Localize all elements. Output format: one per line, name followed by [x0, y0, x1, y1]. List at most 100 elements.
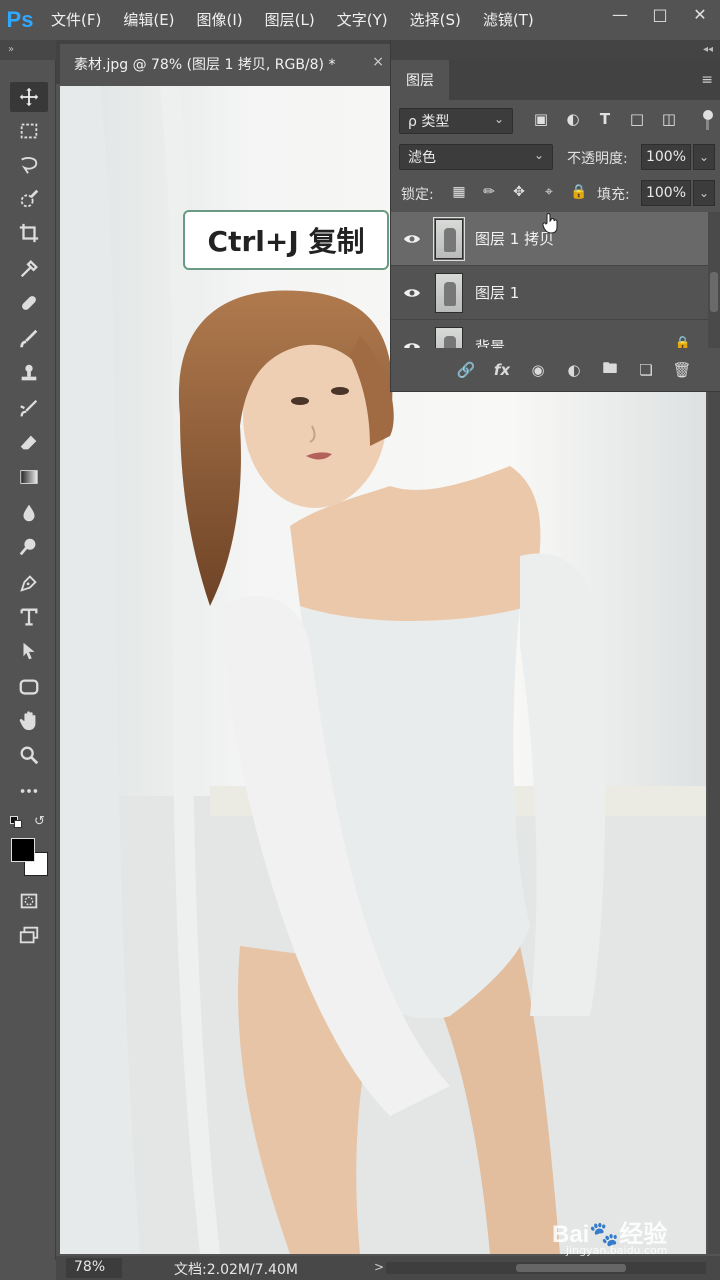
menu-edit[interactable]: 编辑(E) — [112, 0, 185, 40]
minimize-icon[interactable]: — — [600, 0, 640, 28]
blend-mode-dropdown[interactable]: 滤色 ⌄ — [399, 144, 553, 170]
opacity-input[interactable]: 100% — [641, 144, 691, 170]
tab-layers[interactable]: 图层 — [391, 60, 449, 100]
close-icon[interactable]: ✕ — [680, 0, 720, 28]
panel-menu-icon[interactable]: ≡ — [701, 72, 713, 88]
watermark-url: jingyan.baidu.com — [566, 1244, 668, 1257]
close-tab-icon[interactable]: × — [372, 54, 384, 70]
default-colors-icon[interactable] — [10, 816, 22, 828]
lock-label: 锁定: — [401, 187, 434, 203]
crop-tool-icon[interactable] — [10, 218, 48, 248]
chevron-down-icon: ⌄ — [493, 112, 504, 126]
type-tool-icon[interactable] — [10, 602, 48, 632]
layer-row[interactable]: 图层 1 — [391, 266, 709, 320]
gradient-tool-icon[interactable] — [10, 462, 48, 492]
fill-label: 填充: — [597, 187, 630, 203]
marquee-tool-icon[interactable] — [10, 116, 48, 146]
smart-object-filter-icon[interactable]: ◫ — [659, 108, 679, 130]
move-tool-icon[interactable] — [10, 82, 48, 112]
restore-icon[interactable]: □ — [640, 0, 680, 28]
menu-filter[interactable]: 滤镜(T) — [472, 0, 545, 40]
visibility-eye-icon[interactable] — [391, 287, 433, 299]
quick-select-tool-icon[interactable] — [10, 184, 48, 214]
eyedropper-tool-icon[interactable] — [10, 254, 48, 284]
layer-thumbnail — [435, 326, 463, 348]
type-filter-icon[interactable]: T — [595, 108, 615, 130]
layer-name[interactable]: 图层 1 — [475, 282, 519, 303]
shape-filter-icon[interactable]: □ — [627, 108, 647, 130]
document-tab[interactable]: 素材.jpg @ 78% (图层 1 拷贝, RGB/8) * × — [60, 44, 390, 84]
hand-tool-icon[interactable] — [10, 706, 48, 736]
eraser-tool-icon[interactable] — [10, 428, 48, 458]
menu-file[interactable]: 文件(F) — [40, 0, 112, 40]
shortcut-callout: Ctrl+J 复制 — [183, 210, 389, 270]
status-bar: 78% 文档:2.02M/7.40M > — [56, 1256, 720, 1280]
delete-layer-icon[interactable]: 🗑 — [671, 359, 693, 381]
brush-tool-icon[interactable] — [10, 324, 48, 354]
lock-artboard-icon[interactable]: ⌖ — [539, 182, 559, 202]
lasso-tool-icon[interactable] — [10, 150, 48, 180]
pixel-filter-icon[interactable]: ▣ — [531, 108, 551, 130]
blend-mode-value: 滤色 — [408, 150, 436, 166]
dodge-tool-icon[interactable] — [10, 532, 48, 562]
lock-fill-row: 锁定: ▦ ✏ ✥ ⌖ 🔒 填充: 100% ⌄ — [391, 176, 720, 210]
lock-icons: ▦ ✏ ✥ ⌖ 🔒 — [449, 182, 589, 202]
path-select-tool-icon[interactable] — [10, 636, 48, 666]
panel-tab-row: 图层 ≡ — [391, 60, 720, 100]
quick-mask-icon[interactable] — [10, 886, 48, 916]
blend-opacity-row: 滤色 ⌄ 不透明度: 100% ⌄ — [391, 140, 720, 174]
visibility-eye-icon[interactable] — [391, 233, 433, 245]
visibility-eye-icon[interactable] — [391, 341, 433, 348]
document-title: 素材.jpg @ 78% (图层 1 拷贝, RGB/8) * — [74, 57, 336, 73]
menu-select[interactable]: 选择(S) — [399, 0, 472, 40]
filter-icons: ▣ ◐ T □ ◫ — [531, 108, 679, 130]
link-layers-icon[interactable]: 🔗 — [455, 359, 477, 381]
layers-panel-footer: 🔗 fx ◉ ◐ 🖿 ❏ 🗑 — [391, 348, 720, 392]
layer-filter-dropdown[interactable]: ρ 类型 ⌄ — [399, 108, 513, 134]
zoom-tool-icon[interactable] — [10, 740, 48, 770]
lock-position-icon[interactable]: ✥ — [509, 182, 529, 202]
fx-icon[interactable]: fx — [491, 359, 513, 381]
layer-thumbnail — [433, 216, 465, 261]
menu-bar: Ps 文件(F) 编辑(E) 图像(I) 图层(L) 文字(Y) 选择(S) 滤… — [0, 0, 720, 40]
shape-tool-icon[interactable] — [10, 672, 48, 702]
lock-transparency-icon[interactable]: ▦ — [449, 182, 469, 202]
filter-toggle-icon[interactable] — [703, 110, 713, 132]
group-folder-icon[interactable]: 🖿 — [599, 359, 621, 381]
zoom-level: 78% — [74, 1259, 106, 1275]
layers-scrollbar[interactable] — [708, 212, 720, 348]
layer-name[interactable]: 背景 — [475, 336, 505, 348]
fill-input[interactable]: 100% — [641, 180, 691, 206]
panel-collapse-icon[interactable]: ◂◂ — [391, 40, 720, 60]
layer-thumbnail — [435, 272, 463, 313]
layer-mask-icon[interactable]: ◉ — [527, 359, 549, 381]
swap-colors-icon[interactable]: ↺ — [34, 814, 45, 829]
window-controls: — □ ✕ — [600, 0, 720, 28]
menu-type[interactable]: 文字(Y) — [326, 0, 399, 40]
new-layer-icon[interactable]: ❏ — [635, 359, 657, 381]
history-brush-tool-icon[interactable] — [10, 394, 48, 424]
menu-layer[interactable]: 图层(L) — [254, 0, 326, 40]
fill-slider-toggle[interactable]: ⌄ — [693, 180, 715, 206]
lock-pixels-icon[interactable]: ✏ — [479, 182, 499, 202]
adjustment-filter-icon[interactable]: ◐ — [563, 108, 583, 130]
stamp-tool-icon[interactable] — [10, 358, 48, 388]
layer-filter-row: ρ 类型 ⌄ ▣ ◐ T □ ◫ — [391, 104, 720, 138]
blur-tool-icon[interactable] — [10, 498, 48, 528]
more-tools-icon[interactable] — [10, 776, 48, 806]
chevron-down-icon: ⌄ — [533, 148, 544, 162]
lock-icon: 🔒 — [674, 336, 691, 348]
pen-tool-icon[interactable] — [10, 568, 48, 598]
healing-brush-tool-icon[interactable] — [10, 288, 48, 318]
layer-row[interactable]: 背景 🔒 — [391, 320, 709, 348]
foreground-color-swatch[interactable] — [11, 838, 35, 862]
canvas-horizontal-scrollbar[interactable] — [386, 1262, 706, 1274]
adjustment-layer-icon[interactable]: ◐ — [563, 359, 585, 381]
toolbar-collapse-icon[interactable]: » — [0, 40, 56, 60]
screen-mode-icon[interactable] — [10, 920, 48, 950]
opacity-slider-toggle[interactable]: ⌄ — [693, 144, 715, 170]
lock-all-icon[interactable]: 🔒 — [569, 182, 589, 202]
status-arrow[interactable]: > — [374, 1260, 384, 1274]
menu-image[interactable]: 图像(I) — [186, 0, 254, 40]
tools-panel: ↺ — [0, 60, 56, 1260]
